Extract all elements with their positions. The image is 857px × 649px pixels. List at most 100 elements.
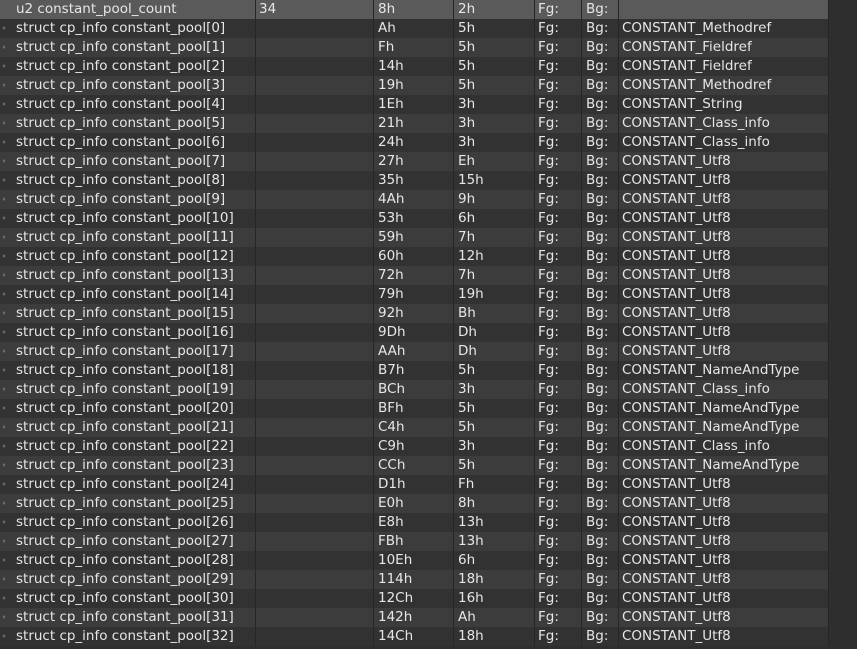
color-fg-cell: Fg: (535, 133, 582, 152)
size-cell: 9h (454, 190, 535, 209)
value-cell (256, 532, 374, 551)
start-cell: 59h (374, 228, 454, 247)
name-cell: struct cp_info constant_pool[9] (0, 190, 256, 209)
size-cell: 3h (454, 95, 535, 114)
value-cell (256, 437, 374, 456)
start-cell: C9h (374, 437, 454, 456)
color-bg-cell: Bg: (582, 76, 619, 95)
name-cell: struct cp_info constant_pool[18] (0, 361, 256, 380)
value-cell (256, 228, 374, 247)
color-bg-cell: Bg: (582, 551, 619, 570)
comment-cell: CONSTANT_Utf8 (619, 551, 829, 570)
name-cell: struct cp_info constant_pool[0] (0, 19, 256, 38)
color-bg-cell: Bg: (582, 475, 619, 494)
color-bg-cell: Bg: (582, 190, 619, 209)
table-row[interactable]: struct cp_info constant_pool[17] AAh Dh Fg:… (0, 342, 857, 361)
table-row[interactable]: struct cp_info constant_pool[8] 35h 15h Fg:… (0, 171, 857, 190)
size-cell: 5h (454, 76, 535, 95)
table-row[interactable]: u2 constant_pool_count 34 8h 2h Fg: Bg: (0, 0, 857, 19)
color-bg-cell: Bg: (582, 418, 619, 437)
start-cell: E8h (374, 513, 454, 532)
color-fg-cell: Fg: (535, 437, 582, 456)
value-cell (256, 76, 374, 95)
comment-cell: CONSTANT_NameAndType (619, 456, 829, 475)
start-cell: 12Ch (374, 589, 454, 608)
table-row[interactable]: struct cp_info constant_pool[11] 59h 7h Fg:… (0, 228, 857, 247)
color-fg-cell: Fg: (535, 456, 582, 475)
color-bg-cell: Bg: (582, 247, 619, 266)
size-cell: Eh (454, 152, 535, 171)
comment-cell: CONSTANT_NameAndType (619, 361, 829, 380)
table-row[interactable]: struct cp_info constant_pool[16] 9Dh Dh Fg:… (0, 323, 857, 342)
table-row[interactable]: struct cp_info constant_pool[25] E0h 8h Fg:… (0, 494, 857, 513)
table-row[interactable]: struct cp_info constant_pool[6] 24h 3h Fg: B… (0, 133, 857, 152)
comment-cell: CONSTANT_Utf8 (619, 532, 829, 551)
table-row[interactable]: struct cp_info constant_pool[1] Fh 5h Fg: Bg… (0, 38, 857, 57)
size-cell: Fh (454, 475, 535, 494)
table-row[interactable]: struct cp_info constant_pool[9] 4Ah 9h Fg: B… (0, 190, 857, 209)
table-row[interactable]: struct cp_info constant_pool[27] FBh 13h Fg… (0, 532, 857, 551)
table-row[interactable]: struct cp_info constant_pool[20] BFh 5h Fg:… (0, 399, 857, 418)
value-cell (256, 323, 374, 342)
color-bg-cell: Bg: (582, 608, 619, 627)
table-row[interactable]: struct cp_info constant_pool[24] D1h Fh Fg:… (0, 475, 857, 494)
start-cell: 27h (374, 152, 454, 171)
value-cell (256, 285, 374, 304)
color-fg-cell: Fg: (535, 570, 582, 589)
start-cell: 14h (374, 57, 454, 76)
table-row[interactable]: struct cp_info constant_pool[12] 60h 12h Fg… (0, 247, 857, 266)
size-cell: 7h (454, 228, 535, 247)
start-cell: 142h (374, 608, 454, 627)
table-row[interactable]: struct cp_info constant_pool[26] E8h 13h Fg… (0, 513, 857, 532)
start-cell: Fh (374, 38, 454, 57)
name-cell: struct cp_info constant_pool[13] (0, 266, 256, 285)
size-cell: 18h (454, 570, 535, 589)
comment-cell: CONSTANT_Utf8 (619, 228, 829, 247)
table-row[interactable]: struct cp_info constant_pool[3] 19h 5h Fg: B… (0, 76, 857, 95)
size-cell: 3h (454, 114, 535, 133)
size-cell: 5h (454, 399, 535, 418)
table-row[interactable]: struct cp_info constant_pool[5] 21h 3h Fg: B… (0, 114, 857, 133)
name-cell: struct cp_info constant_pool[30] (0, 589, 256, 608)
color-bg-cell: Bg: (582, 133, 619, 152)
start-cell: Ah (374, 19, 454, 38)
table-row[interactable]: struct cp_info constant_pool[29] 114h 18h F… (0, 570, 857, 589)
comment-cell: CONSTANT_Class_info (619, 114, 829, 133)
table-row[interactable]: struct cp_info constant_pool[19] BCh 3h Fg:… (0, 380, 857, 399)
size-cell: 2h (454, 0, 535, 19)
start-cell: 9Dh (374, 323, 454, 342)
start-cell: 4Ah (374, 190, 454, 209)
value-cell (256, 342, 374, 361)
color-fg-cell: Fg: (535, 171, 582, 190)
comment-cell: CONSTANT_Class_info (619, 133, 829, 152)
name-cell: struct cp_info constant_pool[17] (0, 342, 256, 361)
table-row[interactable]: struct cp_info constant_pool[21] C4h 5h Fg:… (0, 418, 857, 437)
table-row[interactable]: struct cp_info constant_pool[23] CCh 5h Fg:… (0, 456, 857, 475)
table-row[interactable]: struct cp_info constant_pool[31] 142h Ah Fg… (0, 608, 857, 627)
table-row[interactable]: struct cp_info constant_pool[10] 53h 6h Fg:… (0, 209, 857, 228)
table-row[interactable]: struct cp_info constant_pool[28] 10Eh 6h Fg… (0, 551, 857, 570)
table-row[interactable]: struct cp_info constant_pool[30] 12Ch 16h F… (0, 589, 857, 608)
table-row[interactable]: struct cp_info constant_pool[14] 79h 19h Fg… (0, 285, 857, 304)
table-row[interactable]: struct cp_info constant_pool[4] 1Eh 3h Fg: B… (0, 95, 857, 114)
table-row[interactable]: struct cp_info constant_pool[7] 27h Eh Fg: B… (0, 152, 857, 171)
table-row[interactable]: struct cp_info constant_pool[15] 92h Bh Fg:… (0, 304, 857, 323)
color-bg-cell: Bg: (582, 57, 619, 76)
size-cell: 5h (454, 38, 535, 57)
comment-cell: CONSTANT_Utf8 (619, 570, 829, 589)
color-fg-cell: Fg: (535, 247, 582, 266)
table-row[interactable]: struct cp_info constant_pool[13] 72h 7h Fg:… (0, 266, 857, 285)
color-bg-cell: Bg: (582, 304, 619, 323)
table-row[interactable]: struct cp_info constant_pool[0] Ah 5h Fg: Bg… (0, 19, 857, 38)
color-fg-cell: Fg: (535, 399, 582, 418)
table-row[interactable]: struct cp_info constant_pool[32] 14Ch 18h F… (0, 627, 857, 646)
start-cell: 114h (374, 570, 454, 589)
start-cell: 35h (374, 171, 454, 190)
color-bg-cell: Bg: (582, 399, 619, 418)
table-row[interactable]: struct cp_info constant_pool[2] 14h 5h Fg: B… (0, 57, 857, 76)
value-cell (256, 570, 374, 589)
color-fg-cell: Fg: (535, 608, 582, 627)
table-row[interactable]: struct cp_info constant_pool[18] B7h 5h Fg:… (0, 361, 857, 380)
size-cell: 5h (454, 19, 535, 38)
table-row[interactable]: struct cp_info constant_pool[22] C9h 3h Fg:… (0, 437, 857, 456)
